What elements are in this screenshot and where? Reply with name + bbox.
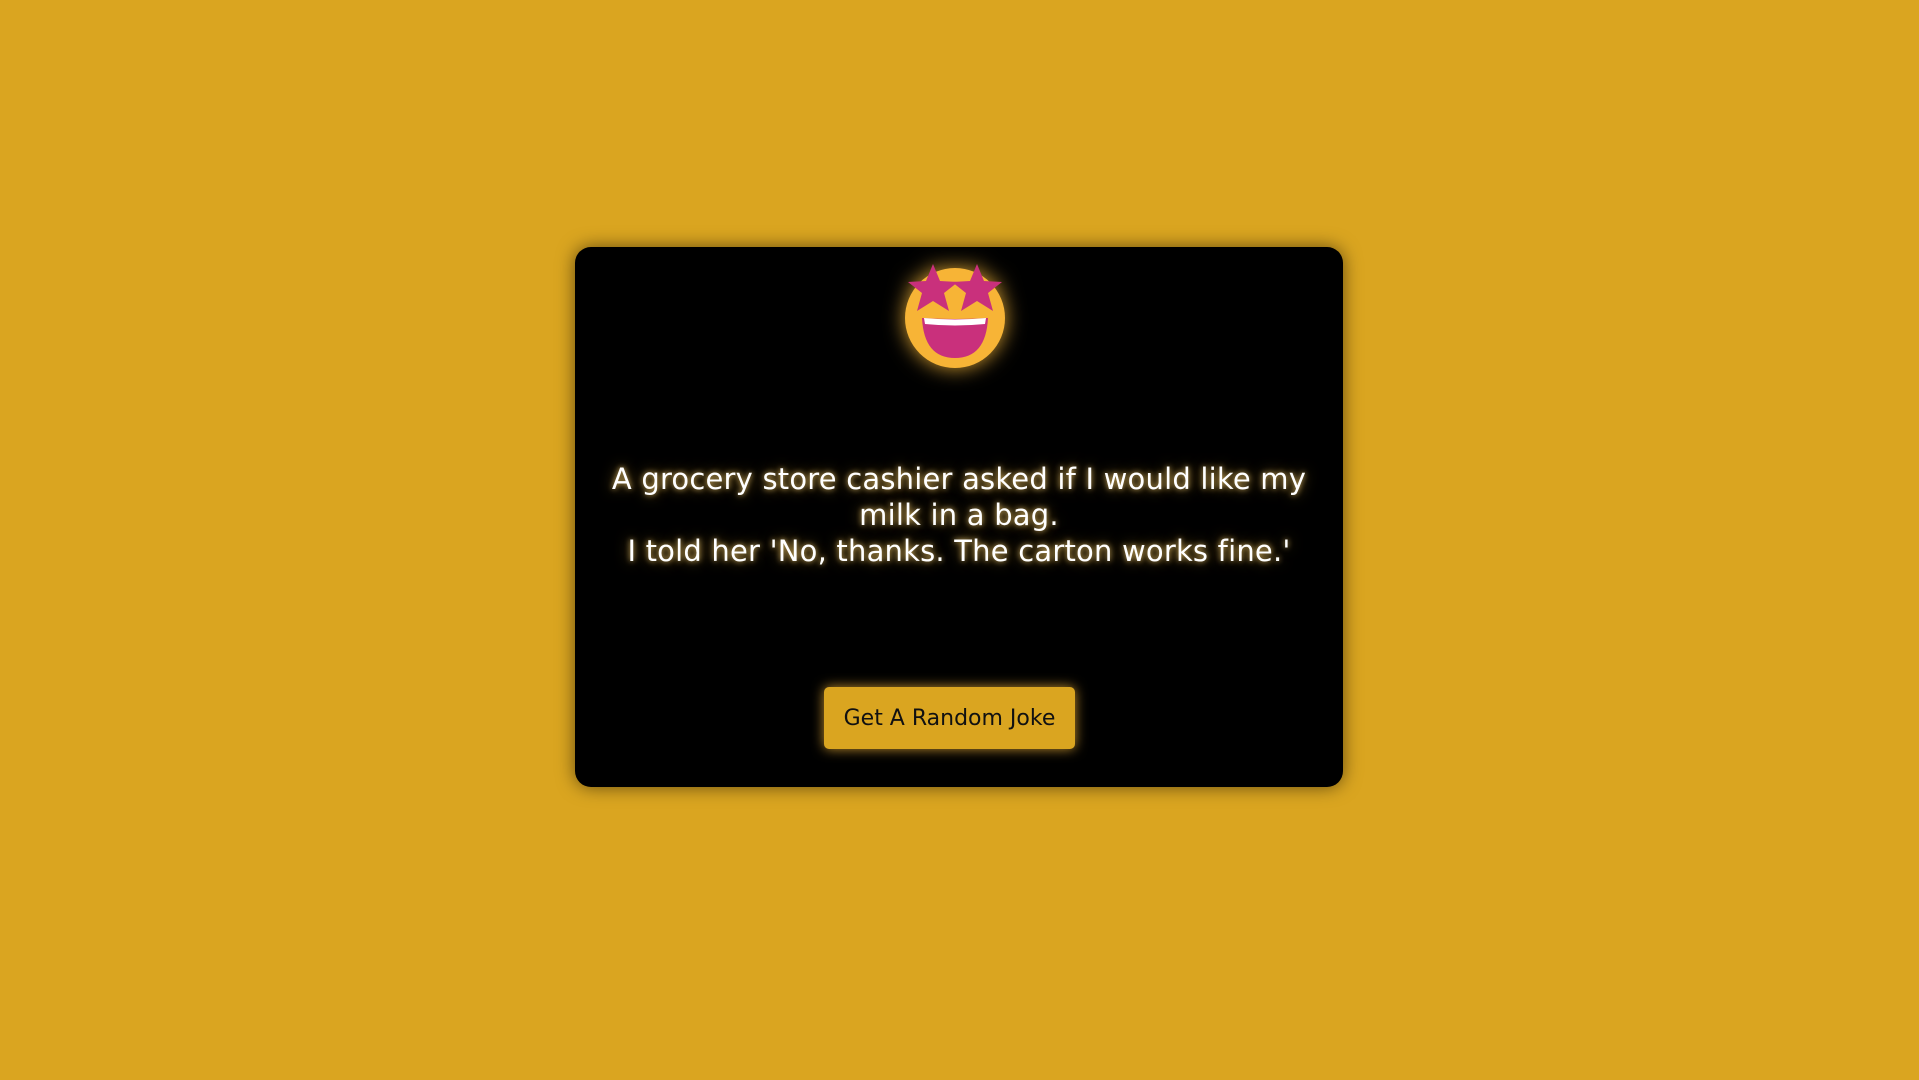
page-background: A grocery store cashier asked if I would… (0, 0, 1919, 1080)
get-random-joke-button[interactable]: Get A Random Joke (824, 687, 1075, 749)
joke-line-1: A grocery store cashier asked if I would… (611, 462, 1307, 532)
joke-line-2: I told her 'No, thanks. The carton works… (627, 534, 1291, 568)
star-struck-face-icon (905, 264, 1005, 368)
joke-text: A grocery store cashier asked if I would… (591, 461, 1327, 569)
joke-card: A grocery store cashier asked if I would… (575, 247, 1343, 787)
